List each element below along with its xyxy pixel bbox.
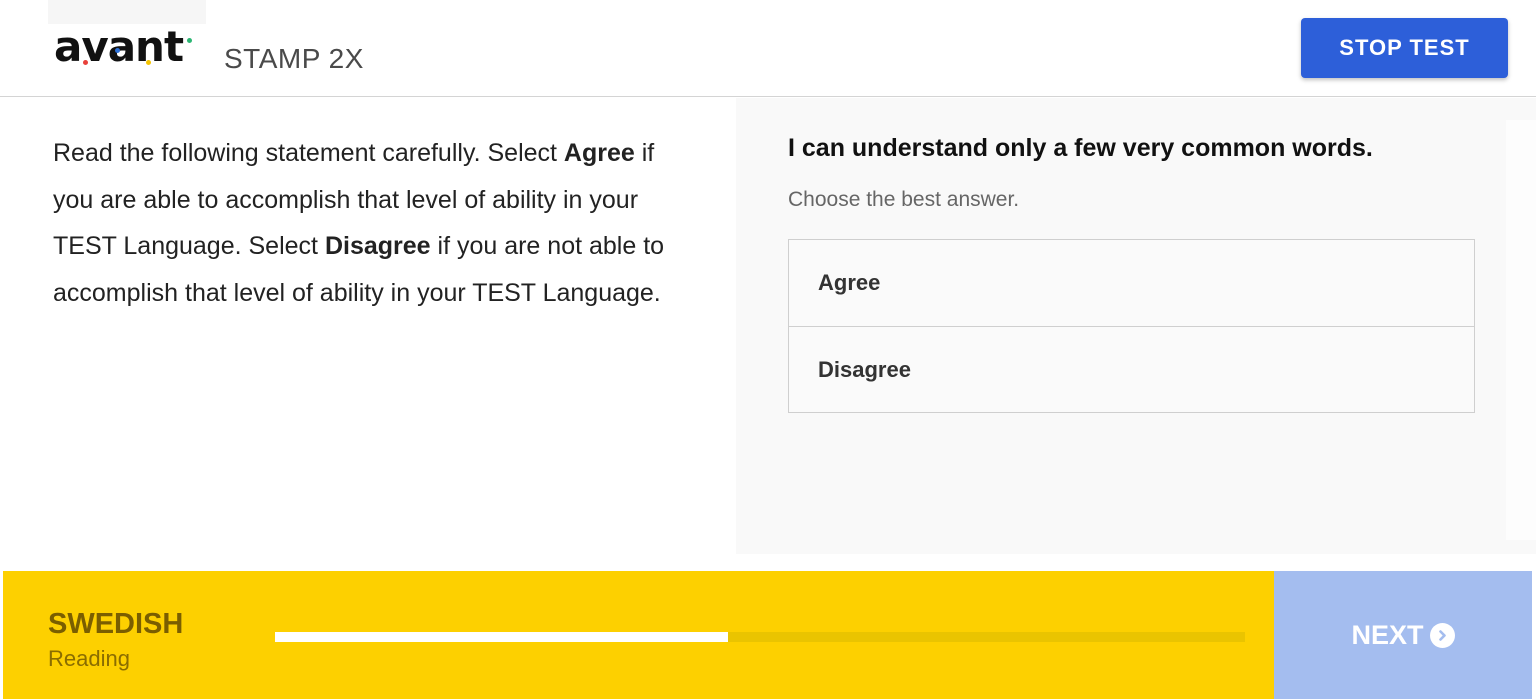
product-name: STAMP 2X [224, 43, 364, 74]
instructions-agree: Agree [563, 139, 635, 167]
test-skill: Reading [48, 646, 130, 671]
logo-text: avant [54, 22, 184, 71]
progress-bar-fill [275, 632, 728, 642]
stop-test-button[interactable]: STOP TEST [1301, 18, 1508, 78]
question-panel: I can understand only a few very common … [736, 98, 1536, 554]
progress-bar [275, 632, 1245, 642]
avant-logo: avant [54, 26, 206, 74]
logo-dot-green [187, 38, 192, 43]
question-hint: Choose the best answer. [788, 188, 1020, 211]
logo-mark: avant [54, 26, 206, 74]
instructions-text: Read the following statement carefully. … [53, 130, 693, 316]
answer-option-label: Disagree [818, 356, 911, 382]
next-button-label: NEXT [1351, 619, 1424, 650]
question-statement: I can understand only a few very common … [788, 134, 1373, 162]
test-language: SWEDISH [48, 608, 184, 640]
chevron-right-circle-icon [1429, 622, 1455, 648]
panel-edge [1506, 120, 1536, 540]
logo-dot-yellow [146, 60, 151, 65]
header: avant STAMP 2X STOP TEST [0, 0, 1536, 97]
logo-dot-red [83, 60, 88, 65]
logo-dot-blue [115, 48, 120, 53]
header-tab-background [48, 0, 206, 24]
answer-option-agree[interactable]: Agree [789, 240, 1474, 326]
next-button[interactable]: NEXT [1274, 571, 1532, 699]
answer-option-label: Agree [818, 270, 881, 295]
answer-options: Agree Disagree [788, 239, 1475, 413]
answer-option-disagree[interactable]: Disagree [789, 326, 1474, 412]
footer-bar: SWEDISH Reading [3, 571, 1274, 699]
instructions-disagree: Disagree [324, 232, 431, 260]
instructions-part1: Read the following statement carefully. … [53, 139, 564, 167]
